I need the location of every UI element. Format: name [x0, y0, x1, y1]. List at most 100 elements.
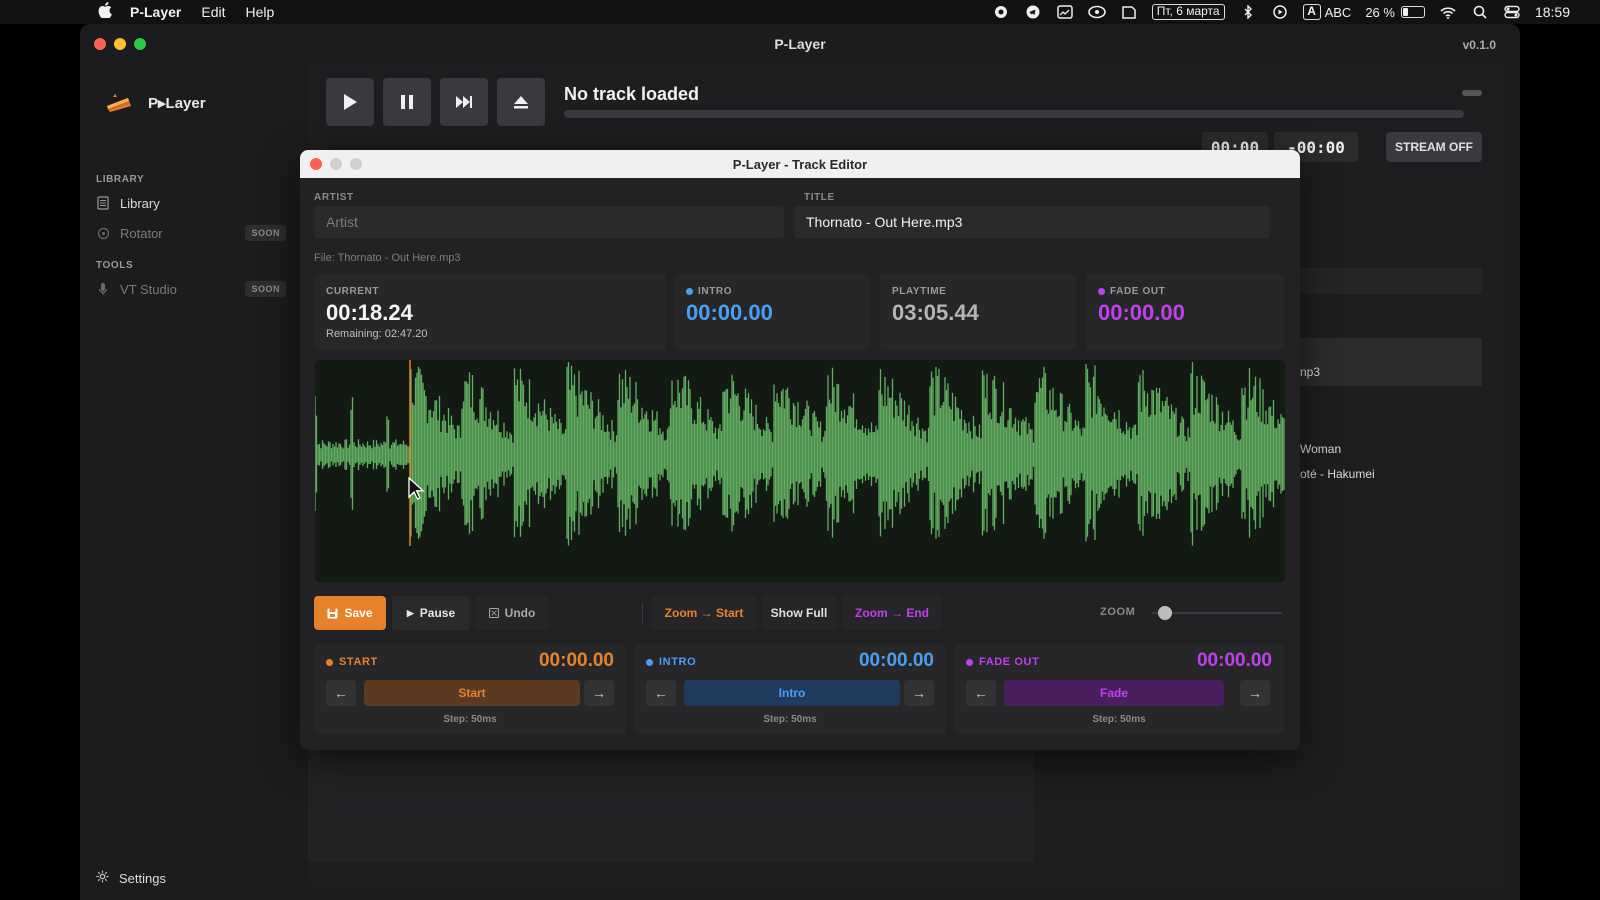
bluetooth-icon[interactable] [1239, 5, 1257, 19]
brand: P▸Layer [104, 92, 206, 114]
skip-forward-icon [456, 96, 472, 108]
set-start-button[interactable]: Start [364, 680, 580, 706]
sidebar-item-vt-studio[interactable]: VT Studio SOON [96, 278, 286, 300]
title-input[interactable]: Thornato - Out Here.mp3 [794, 206, 1270, 238]
intro-back-button[interactable]: ← [646, 680, 676, 706]
waveform-path [315, 362, 1285, 546]
intro-forward-button[interactable]: → [904, 680, 934, 706]
waveform-view[interactable] [315, 360, 1285, 582]
window-titlebar: P-Layer v0.1.0 [80, 24, 1520, 64]
battery-icon [1400, 6, 1425, 18]
pause-preview-button[interactable]: ▶ Pause [392, 596, 470, 630]
settings-label: Settings [119, 870, 166, 886]
zoom-button[interactable] [134, 38, 146, 50]
intro-marker-value: 00:00.00 [858, 650, 934, 671]
pause-preview-label: Pause [419, 606, 456, 620]
undo-icon [488, 608, 499, 618]
set-fade-button[interactable]: Fade [1004, 680, 1224, 706]
stream-toggle-button[interactable]: STREAM OFF [1386, 132, 1482, 162]
editor-titlebar: P-Layer - Track Editor [300, 150, 1300, 178]
menu-bar: P-Layer Edit Help Пт, 6 марта A ABC 26 %… [0, 0, 1600, 24]
save-button[interactable]: Save [314, 596, 386, 630]
menu-edit[interactable]: Edit [201, 4, 225, 20]
battery-status[interactable]: 26 % [1365, 5, 1425, 20]
eject-button[interactable] [497, 78, 545, 126]
now-playing-title: No track loaded [564, 84, 700, 104]
zoom-start-button[interactable]: Zoom → Start [652, 596, 756, 630]
set-intro-button[interactable]: Intro [684, 680, 900, 706]
background-list-item: oté - Hakumei [1300, 467, 1375, 481]
intro-step-label: Step: 50ms [763, 714, 817, 725]
settings-button[interactable]: Settings [96, 870, 166, 886]
menu-help[interactable]: Help [245, 4, 274, 20]
next-button[interactable] [440, 78, 488, 126]
play-button[interactable] [326, 78, 374, 126]
start-forward-button[interactable]: → [584, 680, 614, 706]
arrow-right-icon: → [912, 685, 926, 701]
record-icon[interactable] [992, 5, 1010, 19]
date-display[interactable]: Пт, 6 марта [1151, 4, 1225, 20]
editor-zoom-button[interactable] [350, 158, 362, 170]
volume-handle[interactable] [1462, 90, 1482, 96]
show-full-button[interactable]: Show Full [762, 596, 836, 630]
fade-back-button[interactable]: ← [966, 680, 996, 706]
background-list-item: np3 [1300, 365, 1321, 379]
wifi-icon[interactable] [1439, 5, 1457, 19]
menu-clock[interactable]: 18:59 [1535, 4, 1570, 20]
sidebar-item-rotator[interactable]: Rotator SOON [96, 222, 286, 244]
start-back-button[interactable]: ← [326, 680, 356, 706]
fade-forward-button[interactable]: → [1240, 680, 1270, 706]
sidebar: P▸Layer LIBRARY Library Rotator SOON TOO… [80, 64, 300, 900]
editor-minimize-button[interactable] [330, 158, 342, 170]
playback-progress[interactable] [564, 110, 1464, 118]
intro-dot-icon [646, 658, 653, 666]
start-marker-panel: START 00:00.00 ← Start → Step: 50ms [314, 644, 626, 734]
cake-logo-icon [107, 94, 131, 112]
version-label: v0.1.0 [1462, 38, 1496, 52]
editor-close-button[interactable] [310, 158, 322, 170]
section-label-library: LIBRARY [96, 174, 145, 185]
background-list-item: Woman [1300, 442, 1342, 456]
toolbar-divider [642, 602, 643, 624]
sidebar-item-library[interactable]: Library [96, 192, 286, 214]
minimize-button[interactable] [114, 38, 126, 50]
window-title: P-Layer [774, 36, 826, 52]
soon-badge: SOON [245, 225, 286, 241]
undo-button[interactable]: Undo [476, 596, 548, 630]
zoom-end-button[interactable]: Zoom → End [842, 596, 942, 630]
playtime-value: 03:05.44 [892, 300, 979, 325]
battery-percent: 26 % [1365, 4, 1395, 20]
eject-icon [514, 96, 528, 109]
intro-marker-label: INTRO [646, 656, 696, 668]
input-source-badge: A [1302, 4, 1321, 20]
menu-app-name[interactable]: P-Layer [130, 4, 181, 20]
artist-label: ARTIST [314, 192, 354, 203]
monitor-graph-icon[interactable] [1056, 5, 1074, 19]
zoom-slider-knob[interactable] [1158, 606, 1172, 620]
intro-stat: INTRO 00:00.00 [674, 274, 870, 350]
start-step-label: Step: 50ms [443, 714, 497, 725]
artist-input[interactable]: Artist [314, 206, 784, 238]
undo-label: Undo [504, 606, 536, 620]
search-icon[interactable] [1471, 5, 1489, 19]
mouse-cursor-icon [408, 477, 425, 500]
editor-window-controls [310, 158, 362, 170]
apple-icon[interactable] [98, 2, 112, 22]
waveform-graphic [315, 360, 1285, 546]
pause-button[interactable] [383, 78, 431, 126]
fadeout-stat: FADE OUT 00:00.00 [1086, 274, 1284, 350]
section-label-tools: TOOLS [96, 260, 134, 271]
telegram-icon[interactable] [1024, 5, 1042, 19]
arrow-right-icon: → [592, 685, 606, 701]
intro-marker-panel: INTRO 00:00.00 ← Intro → Step: 50ms [634, 644, 946, 734]
arrow-right-icon: → [1248, 685, 1262, 701]
track-editor-window: P-Layer - Track Editor ARTIST Artist TIT… [300, 150, 1300, 750]
input-source[interactable]: A ABC [1302, 4, 1351, 20]
clipboard-icon[interactable] [1120, 5, 1138, 19]
close-button[interactable] [94, 38, 106, 50]
control-center-icon[interactable] [1503, 5, 1521, 19]
start-dot-icon [326, 658, 333, 666]
play-icon [344, 94, 357, 110]
creative-cloud-icon[interactable] [1087, 5, 1106, 19]
play-circle-icon[interactable] [1271, 5, 1289, 19]
